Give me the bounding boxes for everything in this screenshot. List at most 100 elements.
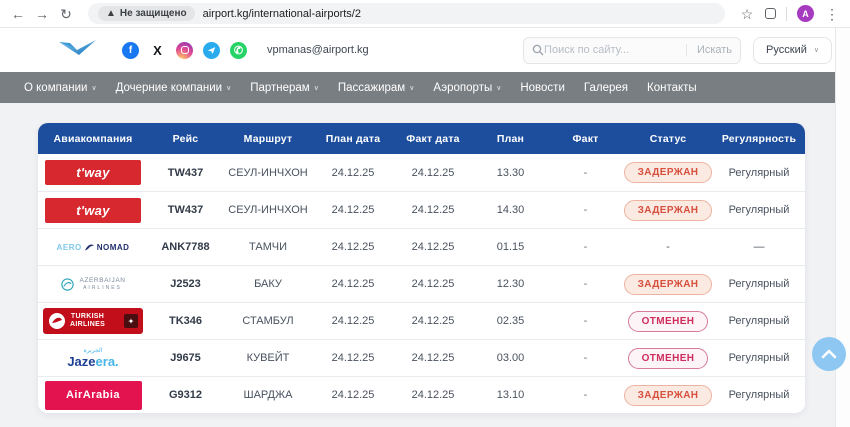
route: ШАРДЖА (223, 389, 313, 401)
nav-item-4[interactable]: Пассажирам ∨ (338, 82, 415, 94)
address-bar[interactable]: ▲ Не защищено airport.kg/international-a… (88, 3, 725, 24)
nav-item-1[interactable]: О компании∨ (24, 82, 97, 94)
site-logo[interactable] (54, 38, 100, 62)
search-icon (532, 44, 544, 56)
bird-emblem-icon (48, 312, 66, 330)
tab-search-icon[interactable] (765, 8, 776, 19)
language-selector[interactable]: Русский ∨ (753, 37, 832, 64)
plan-date: 24.12.25 (313, 241, 393, 253)
star-alliance-icon: ✦ (124, 314, 138, 328)
telegram-icon[interactable] (203, 42, 220, 59)
airline-logo-part2: era. (96, 354, 119, 369)
chevron-down-icon: ∨ (226, 84, 231, 92)
flight-row: AirArabiaG9312ШАРДЖА24.12.2524.12.2513.1… (38, 376, 805, 413)
route: СЕУЛ-ИНЧХОН (223, 204, 313, 216)
back-icon[interactable]: ← (10, 7, 26, 21)
x-twitter-icon[interactable]: X (149, 42, 166, 59)
airline-logo-turkish: TURKISHAIRLINES✦ (43, 308, 143, 334)
nav-item-5[interactable]: Аэропорты∨ (433, 82, 501, 94)
nav-item-2[interactable]: Дочерние компании∨ (116, 82, 232, 94)
regularity: Регулярный (713, 204, 805, 216)
facebook-icon[interactable]: f (122, 42, 139, 59)
social-icons: f X ✆ (122, 42, 247, 59)
airline-cell: t'way (38, 198, 148, 223)
security-chip[interactable]: ▲ Не защищено (98, 6, 195, 21)
airline-logo-text: NOMAD (97, 243, 130, 252)
regularity: Регулярный (713, 278, 805, 290)
site-search: Искать (523, 37, 741, 64)
route: КУВЕЙТ (223, 352, 313, 364)
whatsapp-icon[interactable]: ✆ (230, 42, 247, 59)
reload-icon[interactable]: ↻ (58, 7, 74, 21)
airline-logo-line1: AZERBAIJAN (79, 277, 125, 285)
airline-cell: الجزيرةJazeera. (38, 348, 148, 368)
status-cell: ЗАДЕРЖАН (623, 200, 713, 221)
plan-time: 14.30 (473, 204, 548, 216)
instagram-icon[interactable] (176, 42, 193, 59)
forward-icon[interactable]: → (34, 7, 50, 21)
column-header: Маршрут (223, 133, 313, 145)
plan-date: 24.12.25 (313, 278, 393, 290)
status-badge: ОТМЕНЕН (628, 311, 709, 332)
column-header: Авиакомпания (38, 133, 148, 145)
airline-cell: t'way (38, 160, 148, 185)
airline-logo-text: AZERBAIJANAIRLINES (79, 277, 125, 292)
column-header: План (473, 133, 548, 145)
status-badge: ЗАДЕРЖАН (624, 274, 713, 295)
flight-number: G9312 (148, 389, 223, 401)
nav-item-label: Партнерам (250, 82, 310, 94)
nav-item-label: Аэропорты (433, 82, 492, 94)
nav-item-3[interactable]: Партнерам∨ (250, 82, 319, 94)
bookmark-star-icon[interactable]: ☆ (739, 7, 755, 21)
airline-cell: AirArabia (38, 381, 148, 410)
regularity: Регулярный (713, 167, 805, 179)
flight-row: AZERBAIJANAIRLINESJ2523БАКУ24.12.2524.12… (38, 265, 805, 302)
flights-table: АвиакомпанияРейсМаршрутПлан датаФакт дат… (38, 123, 805, 413)
route: СТАМБУЛ (223, 315, 313, 327)
plan-time: 13.30 (473, 167, 548, 179)
chevron-down-icon: ∨ (814, 46, 819, 54)
divider (786, 7, 787, 21)
airline-logo-part1: Jaze (67, 354, 95, 369)
bird-icon (84, 242, 95, 253)
scroll-to-top-button[interactable] (812, 337, 846, 371)
status-badge: ЗАДЕРЖАН (624, 200, 713, 221)
fact-time: - (548, 167, 623, 179)
airline-logo-line1: TURKISH (70, 313, 105, 321)
fact-time: - (548, 315, 623, 327)
status-badge: ЗАДЕРЖАН (624, 162, 713, 183)
column-header: Статус (623, 133, 713, 145)
nav-item-8[interactable]: Контакты (647, 82, 697, 94)
menu-dots-icon[interactable]: ⋮ (824, 7, 840, 21)
regularity: Регулярный (713, 315, 805, 327)
plan-time: 13.10 (473, 389, 548, 401)
column-header: План дата (313, 133, 393, 145)
flight-number: ANK7788 (148, 241, 223, 253)
nav-item-6[interactable]: Новости (520, 82, 565, 94)
fact-time: - (548, 389, 623, 401)
airline-logo-aero-nomad: AERONOMAD (57, 242, 130, 253)
search-submit-button[interactable]: Искать (686, 44, 732, 56)
status-cell: ЗАДЕРЖАН (623, 162, 713, 183)
nav-item-label: Пассажирам (338, 82, 405, 94)
airline-logo-jazeera: الجزيرةJazeera. (67, 348, 118, 368)
flight-row: AERONOMADANK7788ТАМЧИ24.12.2524.12.2501.… (38, 228, 805, 265)
regularity: — (713, 241, 805, 253)
airline-logo-azerbaijan: AZERBAIJANAIRLINES (60, 277, 125, 292)
airline-cell: TURKISHAIRLINES✦ (38, 308, 148, 334)
nav-item-7[interactable]: Галерея (584, 82, 628, 94)
browser-toolbar: ← → ↻ ▲ Не защищено airport.kg/internati… (0, 0, 850, 28)
contact-email[interactable]: vpmanas@airport.kg (267, 44, 369, 56)
fact-time: - (548, 204, 623, 216)
airline-cell: AZERBAIJANAIRLINES (38, 277, 148, 292)
chevron-down-icon: ∨ (409, 84, 414, 92)
status-badge: ОТМЕНЕН (628, 348, 709, 369)
warning-icon: ▲ (106, 8, 116, 19)
main-nav: О компании∨Дочерние компании∨Партнерам∨П… (0, 72, 850, 103)
url-text[interactable]: airport.kg/international-airports/2 (203, 8, 361, 20)
flight-number: J9675 (148, 352, 223, 364)
search-input[interactable] (544, 44, 686, 56)
profile-avatar[interactable]: A (797, 5, 814, 22)
fact-date: 24.12.25 (393, 204, 473, 216)
regularity: Регулярный (713, 352, 805, 364)
